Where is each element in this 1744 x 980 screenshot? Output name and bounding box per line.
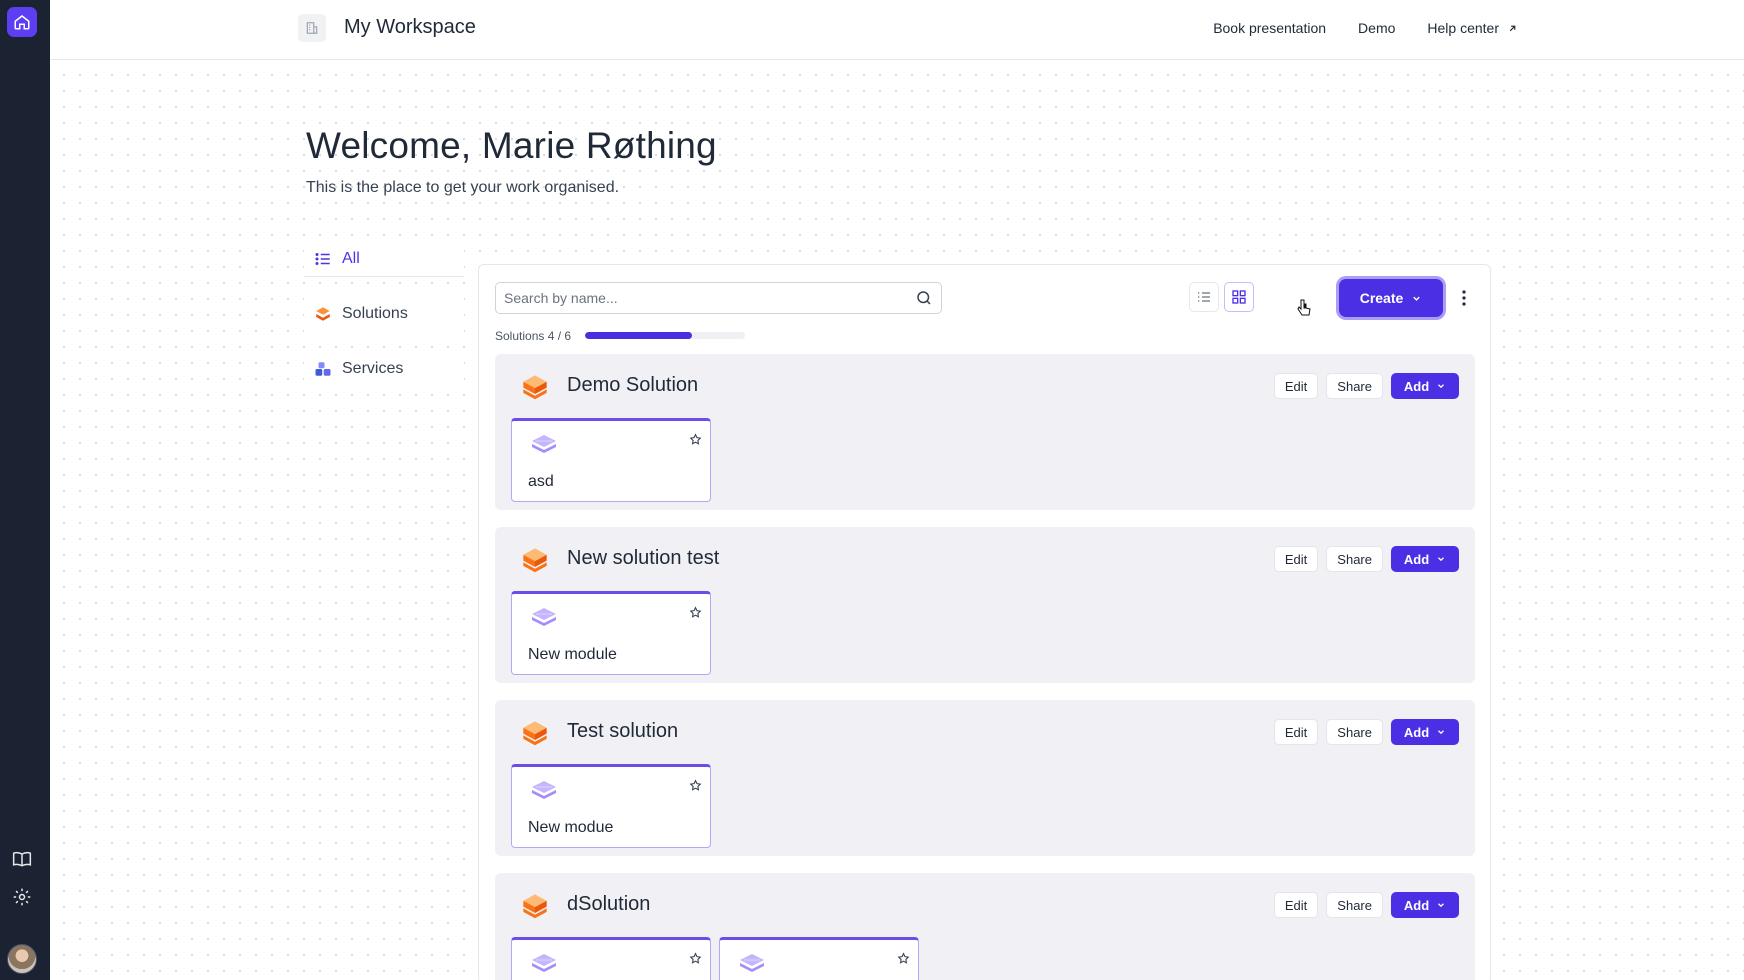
- solution-icon: [316, 307, 330, 321]
- grid-view-button[interactable]: [1224, 282, 1254, 312]
- filter-solutions[interactable]: Solutions: [304, 296, 464, 332]
- module-card[interactable]: [719, 937, 919, 980]
- star-icon[interactable]: [689, 606, 702, 624]
- edit-button[interactable]: Edit: [1273, 546, 1319, 572]
- help-center-label: Help center: [1427, 20, 1499, 36]
- solution-group: Demo Solution Edit Share Add asd: [495, 354, 1475, 510]
- solution-actions: Edit Share Add: [1273, 892, 1459, 918]
- filter-solutions-label: Solutions: [342, 305, 408, 322]
- grid-view-icon: [1232, 290, 1246, 304]
- chevron-down-icon: [1438, 730, 1445, 735]
- solution-icon: [521, 892, 549, 925]
- module-card[interactable]: asd: [511, 418, 711, 502]
- chevron-down-icon: [1413, 296, 1421, 301]
- star-icon[interactable]: [897, 952, 910, 970]
- pointer-cursor-icon: [1297, 299, 1311, 316]
- solution-title: Demo Solution: [567, 374, 699, 396]
- solution-group: Test solution Edit Share Add New modue: [495, 700, 1475, 856]
- module-icon: [530, 433, 558, 460]
- left-rail: [0, 0, 50, 980]
- edit-button[interactable]: Edit: [1273, 719, 1319, 745]
- add-button[interactable]: Add: [1391, 546, 1459, 572]
- filter-all-label: All: [342, 249, 360, 267]
- solution-icon: [521, 373, 549, 406]
- solution-icon: [521, 546, 549, 579]
- solution-title: New solution test: [567, 547, 720, 569]
- chevron-down-icon: [1438, 384, 1445, 389]
- home-icon[interactable]: [7, 7, 37, 37]
- edit-button[interactable]: Edit: [1273, 373, 1319, 399]
- more-options-icon[interactable]: [1457, 285, 1471, 311]
- solution-group: New solution test Edit Share Add New module: [495, 527, 1475, 683]
- edit-button[interactable]: Edit: [1273, 892, 1319, 918]
- star-icon[interactable]: [689, 952, 702, 970]
- chevron-down-icon: [1438, 903, 1445, 908]
- demo-link[interactable]: Demo: [1358, 20, 1395, 36]
- filter-services-label: Services: [342, 360, 404, 377]
- share-button[interactable]: Share: [1326, 546, 1383, 572]
- search-box: [495, 282, 942, 314]
- workspace-icon: [298, 14, 326, 42]
- workspace-title: My Workspace: [344, 16, 476, 38]
- add-button[interactable]: Add: [1391, 373, 1459, 399]
- solution-icon: [521, 719, 549, 752]
- create-label: Create: [1359, 290, 1404, 306]
- module-icon: [530, 952, 558, 979]
- module-name: New module: [528, 646, 617, 663]
- solutions-progress-fill: [585, 332, 692, 339]
- share-button[interactable]: Share: [1326, 373, 1383, 399]
- module-card[interactable]: [511, 937, 711, 980]
- create-button[interactable]: Create: [1339, 279, 1443, 317]
- welcome-subtitle: This is the place to get your work organ…: [306, 179, 620, 196]
- list-view-button[interactable]: [1189, 282, 1219, 312]
- top-bar: My Workspace Book presentation Demo Help…: [50, 0, 1744, 60]
- add-button[interactable]: Add: [1391, 892, 1459, 918]
- add-label: Add: [1403, 551, 1430, 567]
- solutions-count: Solutions 4 / 6: [495, 329, 572, 343]
- chevron-down-icon: [1438, 557, 1445, 562]
- solution-actions: Edit Share Add: [1273, 373, 1459, 399]
- add-label: Add: [1403, 897, 1430, 913]
- module-icon: [530, 606, 558, 633]
- book-icon[interactable]: [11, 848, 33, 870]
- list-icon: [315, 252, 330, 265]
- search-input[interactable]: [504, 290, 915, 306]
- solution-actions: Edit Share Add: [1273, 719, 1459, 745]
- services-icon: [315, 362, 331, 376]
- module-card[interactable]: New module: [511, 591, 711, 675]
- module-name: New modue: [528, 819, 614, 836]
- share-button[interactable]: Share: [1326, 892, 1383, 918]
- external-arrow-icon: [1509, 25, 1516, 31]
- module-icon: [738, 952, 766, 979]
- add-label: Add: [1403, 378, 1430, 394]
- module-icon: [530, 779, 558, 806]
- list-view-icon: [1198, 292, 1210, 302]
- solution-title: Test solution: [567, 720, 679, 742]
- main-area: Welcome, Marie Røthing This is the place…: [50, 61, 1744, 980]
- solution-actions: Edit Share Add: [1273, 546, 1459, 572]
- book-presentation-link[interactable]: Book presentation: [1213, 20, 1326, 36]
- filter-services[interactable]: Services: [304, 351, 464, 387]
- help-center-link[interactable]: Help center: [1427, 20, 1518, 36]
- solutions-panel: Solutions 4 / 6 Create Demo Solution Edit…: [478, 264, 1491, 980]
- solutions-progress: [585, 332, 745, 339]
- search-icon[interactable]: [915, 289, 933, 307]
- share-button[interactable]: Share: [1326, 719, 1383, 745]
- add-label: Add: [1403, 724, 1430, 740]
- filter-nav: All Solutions Services: [304, 241, 464, 406]
- solution-title: dSolution: [567, 893, 651, 915]
- welcome-heading: Welcome, Marie Røthing: [306, 125, 717, 166]
- add-button[interactable]: Add: [1391, 719, 1459, 745]
- module-name: asd: [528, 473, 554, 490]
- star-icon[interactable]: [689, 433, 702, 451]
- module-card[interactable]: New modue: [511, 764, 711, 848]
- filter-all[interactable]: All: [304, 241, 464, 277]
- star-icon[interactable]: [689, 779, 702, 797]
- gear-icon[interactable]: [11, 886, 33, 908]
- avatar[interactable]: [7, 944, 37, 974]
- solution-group: dSolution Edit Share Add: [495, 873, 1475, 980]
